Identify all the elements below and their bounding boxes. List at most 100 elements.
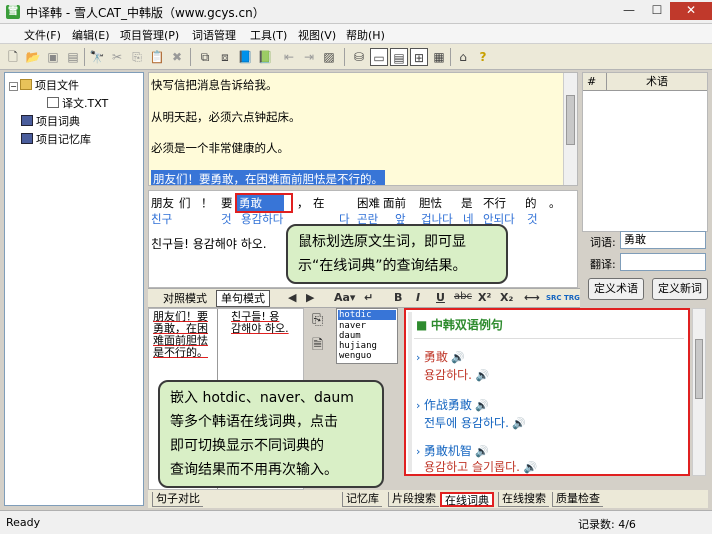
maximize-button[interactable]: ☐: [644, 2, 670, 20]
dict-entry-cn[interactable]: 勇敢机智: [424, 444, 472, 458]
db-icon[interactable]: ⛁: [350, 48, 368, 66]
menu-edit[interactable]: 编辑(E): [72, 27, 110, 43]
tree-item-translation-file[interactable]: 译文.TXT: [47, 95, 108, 111]
help-icon[interactable]: ?: [474, 48, 492, 66]
source-line[interactable]: 必须是一个非常健康的人。: [151, 140, 289, 156]
collapse-icon[interactable]: −: [9, 82, 18, 91]
minimize-button[interactable]: —: [616, 2, 642, 20]
segment-token[interactable]: 胆怯: [419, 195, 442, 211]
open-folder-icon[interactable]: 📂: [24, 48, 42, 66]
import-icon[interactable]: ⧉: [196, 48, 214, 66]
segment-token[interactable]: 。: [549, 195, 561, 211]
speaker-icon[interactable]: 🔊: [475, 399, 489, 412]
translation-field[interactable]: [620, 253, 706, 271]
menu-help[interactable]: 帮助(H): [346, 27, 385, 43]
next-segment-icon[interactable]: ⇥: [300, 48, 318, 66]
find-icon[interactable]: 🔭: [88, 48, 106, 66]
speaker-icon[interactable]: 🔊: [451, 351, 465, 364]
dict-entry-cn[interactable]: 作战勇敢: [424, 398, 472, 412]
segment-token[interactable]: 们: [179, 195, 191, 211]
speaker-icon[interactable]: 🔊: [512, 417, 526, 430]
dict-entry-cn[interactable]: 勇敢: [424, 350, 448, 364]
dict-option-wenguo[interactable]: wenguo: [339, 351, 372, 361]
font-size-icon[interactable]: Aa▾: [334, 291, 355, 304]
term-col-hash[interactable]: #: [583, 73, 607, 91]
new-file-icon[interactable]: 🗋: [4, 48, 22, 66]
online-dictionary-list[interactable]: hotdic naver daum hujiang wenguo: [336, 308, 398, 364]
enter-icon[interactable]: ↵: [364, 291, 373, 304]
segment-kr-token[interactable]: 것: [221, 211, 232, 227]
export-icon[interactable]: ⧈: [216, 48, 234, 66]
source-line[interactable]: 快写信把消息告诉给我。: [151, 77, 278, 93]
dict-option-naver[interactable]: naver: [339, 321, 366, 331]
segment-token[interactable]: 不行: [483, 195, 506, 211]
tab-online-search[interactable]: 在线搜索: [498, 492, 549, 507]
memory-icon[interactable]: 📗: [256, 48, 274, 66]
segment-token[interactable]: 面前: [383, 195, 406, 211]
dictionary-icon[interactable]: 📘: [236, 48, 254, 66]
segment-kr-token[interactable]: 것: [527, 211, 538, 227]
tree-item-project-files[interactable]: − 项目文件: [9, 77, 79, 93]
tab-memory[interactable]: 记忆库: [342, 492, 382, 507]
segment-token[interactable]: 朋友: [151, 195, 174, 211]
tab-quality-check[interactable]: 质量检查: [552, 492, 603, 507]
segment-token[interactable]: ，: [297, 195, 309, 211]
dictionary-result-panel[interactable]: ■ 中韩双语例句 › 勇敢 🔊 용감하다. 🔊 › 作战勇敢 🔊 전투에 용감하…: [404, 308, 690, 476]
close-button[interactable]: ✕: [670, 2, 712, 20]
bold-icon[interactable]: B: [394, 291, 402, 304]
segment-token[interactable]: 是: [461, 195, 473, 211]
segment-kr-token[interactable]: 용감하다: [241, 211, 283, 227]
strikethrough-icon[interactable]: abc: [454, 291, 472, 302]
paste-icon[interactable]: 📋: [148, 48, 166, 66]
save-all-icon[interactable]: ▤: [64, 48, 82, 66]
layout-single-icon[interactable]: ▭: [370, 48, 388, 66]
prev-segment-icon[interactable]: ⇤: [280, 48, 298, 66]
underline-icon[interactable]: U: [436, 291, 445, 304]
segment-token[interactable]: ！: [201, 195, 213, 211]
result-scrollbar[interactable]: [692, 308, 706, 476]
define-term-button[interactable]: 定义术语: [588, 278, 644, 300]
arrow-right-icon[interactable]: ▶: [306, 291, 314, 304]
copy-icon[interactable]: ⎘: [312, 312, 323, 328]
layout-pane-icon[interactable]: ⊞: [410, 48, 428, 66]
translation-text[interactable]: 친구들! 용감해야 하오.: [151, 235, 267, 252]
tab-single-mode[interactable]: 单句模式: [216, 290, 270, 307]
tab-compare-mode[interactable]: 对照模式: [158, 290, 212, 307]
source-scrollbar[interactable]: [563, 73, 577, 185]
speaker-icon[interactable]: 🔊: [475, 445, 489, 458]
menu-project[interactable]: 项目管理(P): [120, 27, 179, 43]
dict-option-hujiang[interactable]: hujiang: [339, 341, 377, 351]
cut-icon[interactable]: ✂: [108, 48, 126, 66]
segment-kr-token[interactable]: 친구: [151, 211, 172, 227]
superscript-icon[interactable]: X²: [478, 291, 491, 304]
layout-split-icon[interactable]: ▤: [390, 48, 408, 66]
options-icon[interactable]: ▦: [430, 48, 448, 66]
segment-token[interactable]: 在: [313, 195, 325, 211]
save-icon[interactable]: ▣: [44, 48, 62, 66]
term-col-term[interactable]: 术语: [607, 73, 707, 91]
source-line[interactable]: 从明天起，必须六点钟起床。: [151, 109, 301, 125]
term-list-panel[interactable]: # 术语: [582, 72, 708, 232]
source-text-panel[interactable]: 快写信把消息告诉给我。 从明天起，必须六点钟起床。 必须是一个非常健康的人。 朋…: [148, 72, 578, 186]
scrollbar-thumb[interactable]: [695, 339, 703, 399]
tree-item-project-dictionary[interactable]: 项目词典: [21, 113, 80, 129]
subscript-icon[interactable]: X₂: [500, 291, 513, 304]
speaker-icon[interactable]: 🔊: [523, 461, 537, 474]
word-field[interactable]: 勇敢: [620, 231, 706, 249]
confirm-icon[interactable]: ▨: [320, 48, 338, 66]
tree-item-project-memory[interactable]: 项目记忆库: [21, 131, 91, 147]
dict-option-daum[interactable]: daum: [339, 331, 361, 341]
tab-fragment-search[interactable]: 片段搜索: [388, 492, 439, 507]
menu-file[interactable]: 文件(F): [24, 27, 61, 43]
menu-view[interactable]: 视图(V): [298, 27, 336, 43]
document-icon[interactable]: 🗎: [312, 334, 323, 358]
copy-icon[interactable]: ⎘: [128, 48, 146, 66]
segment-token[interactable]: 要: [221, 195, 233, 211]
fit-width-icon[interactable]: ⟷: [524, 291, 540, 304]
dict-option-hotdic[interactable]: hotdic: [338, 310, 396, 320]
menu-term-manage[interactable]: 词语管理: [192, 27, 236, 43]
src-icon[interactable]: SRC: [546, 294, 562, 302]
segment-token[interactable]: 的: [525, 195, 537, 211]
home-icon[interactable]: ⌂: [454, 48, 472, 66]
arrow-left-icon[interactable]: ◀: [288, 291, 296, 304]
